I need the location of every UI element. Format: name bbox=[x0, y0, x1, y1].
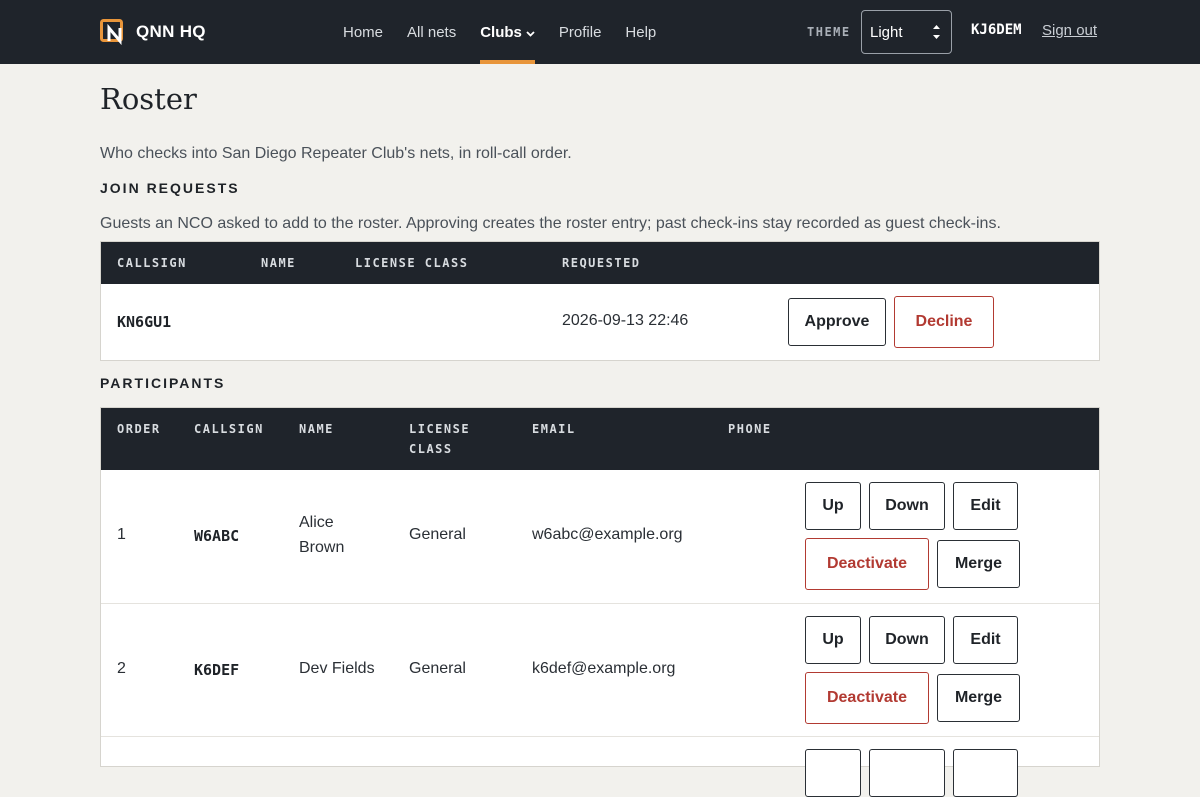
chevron-down-icon bbox=[526, 24, 535, 41]
participant-callsign: W6ABC bbox=[194, 527, 240, 545]
col-order: ORDER bbox=[117, 422, 161, 436]
merge-button[interactable]: Merge bbox=[937, 674, 1020, 722]
nav-home[interactable]: Home bbox=[343, 0, 383, 64]
participant-email: k6def@example.org bbox=[532, 660, 676, 677]
nav-clubs[interactable]: Clubs bbox=[480, 0, 535, 64]
page-intro: Who checks into San Diego Repeater Club'… bbox=[100, 145, 572, 162]
participant-name: Dev Fields bbox=[299, 660, 375, 677]
col-license-class: LICENSE CLASS bbox=[355, 256, 469, 270]
col-requested: REQUESTED bbox=[562, 256, 641, 270]
participant-license-class: General bbox=[409, 660, 466, 677]
move-up-button[interactable]: Up bbox=[805, 616, 861, 664]
page-title: Roster bbox=[100, 82, 197, 116]
deactivate-button[interactable]: Deactivate bbox=[805, 672, 929, 724]
participant-callsign: K6DEF bbox=[194, 661, 240, 679]
col-name: NAME bbox=[299, 422, 334, 436]
table-row bbox=[101, 736, 1099, 797]
col-license-class: LICENSE CLASS bbox=[409, 422, 471, 456]
request-timestamp: 2026-09-13 22:46 bbox=[562, 312, 689, 329]
col-callsign: CALLSIGN bbox=[194, 422, 264, 436]
theme-label: THEME bbox=[807, 25, 851, 39]
table-row: KN6GU1 2026-09-13 22:46 Approve Decline bbox=[101, 284, 1099, 360]
edit-button[interactable] bbox=[953, 749, 1018, 797]
move-down-button[interactable] bbox=[869, 749, 945, 797]
approve-button[interactable]: Approve bbox=[788, 298, 886, 346]
brand-name: QNN HQ bbox=[136, 22, 206, 41]
sign-out-link[interactable]: Sign out bbox=[1042, 22, 1097, 39]
participant-order: 2 bbox=[117, 660, 126, 677]
participant-license-class: General bbox=[409, 526, 466, 543]
nav-help[interactable]: Help bbox=[625, 0, 656, 64]
theme-select-wrapper: Light bbox=[861, 10, 952, 54]
nav-all-nets[interactable]: All nets bbox=[407, 0, 456, 64]
join-requests-note: Guests an NCO asked to add to the roster… bbox=[100, 215, 1001, 232]
col-callsign: CALLSIGN bbox=[117, 256, 187, 270]
qnn-logo-icon bbox=[100, 19, 126, 46]
join-requests-header-row: CALLSIGN NAME LICENSE CLASS REQUESTED bbox=[101, 242, 1099, 284]
main-nav: Home All nets Clubs Profile Help bbox=[343, 0, 656, 64]
request-callsign: KN6GU1 bbox=[117, 313, 172, 331]
participants-header-row: ORDER CALLSIGN NAME LICENSE CLASS EMAIL … bbox=[101, 408, 1099, 470]
theme-select[interactable]: Light bbox=[861, 10, 952, 54]
move-down-button[interactable]: Down bbox=[869, 616, 945, 664]
join-requests-heading: JOIN REQUESTS bbox=[100, 180, 240, 196]
col-phone: PHONE bbox=[728, 422, 772, 436]
current-user-callsign: KJ6DEM bbox=[971, 22, 1022, 38]
participant-order: 1 bbox=[117, 526, 126, 543]
participant-email: w6abc@example.org bbox=[532, 526, 683, 543]
table-row: 1 W6ABC Alice Brown General w6abc@exampl… bbox=[101, 470, 1099, 603]
edit-button[interactable]: Edit bbox=[953, 482, 1018, 530]
table-row: 2 K6DEF Dev Fields General k6def@example… bbox=[101, 603, 1099, 736]
participants-table: ORDER CALLSIGN NAME LICENSE CLASS EMAIL … bbox=[100, 407, 1100, 797]
move-up-button[interactable] bbox=[805, 749, 861, 797]
participants-heading: PARTICIPANTS bbox=[100, 375, 226, 391]
brand[interactable]: QNN HQ bbox=[100, 19, 206, 46]
join-requests-table: CALLSIGN NAME LICENSE CLASS REQUESTED KN… bbox=[100, 241, 1100, 361]
col-name: NAME bbox=[261, 256, 296, 270]
edit-button[interactable]: Edit bbox=[953, 616, 1018, 664]
col-email: EMAIL bbox=[532, 422, 576, 436]
top-navigation-bar: QNN HQ Home All nets Clubs Profile Help … bbox=[0, 0, 1200, 64]
move-down-button[interactable]: Down bbox=[869, 482, 945, 530]
decline-button[interactable]: Decline bbox=[894, 296, 994, 348]
move-up-button[interactable]: Up bbox=[805, 482, 861, 530]
participant-name: Alice Brown bbox=[299, 514, 345, 556]
deactivate-button[interactable]: Deactivate bbox=[805, 538, 929, 590]
nav-clubs-label: Clubs bbox=[480, 23, 522, 41]
merge-button[interactable]: Merge bbox=[937, 540, 1020, 588]
nav-profile[interactable]: Profile bbox=[559, 0, 602, 64]
